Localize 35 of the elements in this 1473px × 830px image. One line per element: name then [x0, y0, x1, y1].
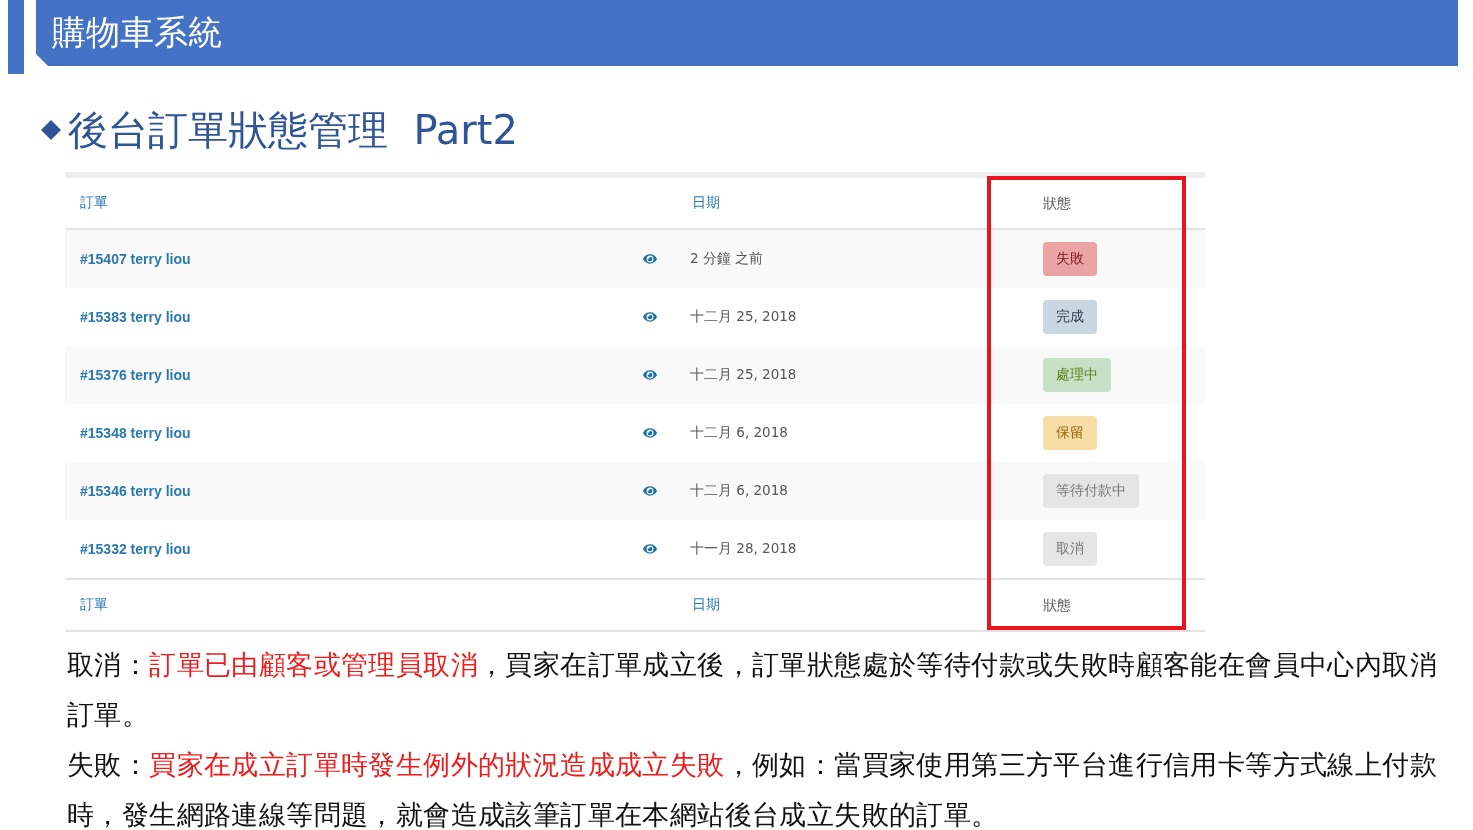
- explanation-paragraph: 取消：訂單已由顧客或管理員取消，買家在訂單成立後，訂單狀態處於等待付款或失敗時顧客能在會員中心內取消訂單。: [67, 648, 1438, 732]
- status-badge: 完成: [1043, 300, 1097, 334]
- date-cell-text: 十二月 6, 2018: [689, 424, 789, 442]
- status-badge: 取消: [1043, 532, 1097, 566]
- preview-eye-icon[interactable]: [643, 252, 657, 266]
- slide-heading: 後台訂單狀態管理 Part2: [68, 105, 518, 155]
- explanation-paragraph: 失敗：買家在成立訂單時發生例外的狀況造成成立失敗，例如：當買家使用第三方平台進行信用卡等方式線上付款時，發生網路連線等問題，就會造成該筆訂單在本網站後台成立失敗的訂單。: [67, 748, 1438, 830]
- order-link[interactable]: #15332 terry liou: [65, 541, 191, 557]
- date-cell-text: 十二月 25, 2018: [689, 366, 798, 384]
- order-link[interactable]: #15348 terry liou: [65, 425, 191, 441]
- order-link[interactable]: #15346 terry liou: [65, 483, 191, 499]
- date-cell-text: 十二月 25, 2018: [689, 308, 798, 326]
- status-badge: 失敗: [1043, 242, 1097, 276]
- date-cell-text: 十二月 6, 2018: [689, 482, 789, 500]
- preview-eye-icon[interactable]: [643, 368, 657, 382]
- status-badge: 保留: [1043, 416, 1097, 450]
- order-link[interactable]: #15376 terry liou: [65, 367, 191, 383]
- order-link[interactable]: #15407 terry liou: [65, 251, 191, 267]
- preview-eye-icon[interactable]: [643, 484, 657, 498]
- order-link[interactable]: #15383 terry liou: [65, 309, 191, 325]
- preview-eye-icon[interactable]: [643, 426, 657, 440]
- status-badge: 處理中: [1043, 358, 1111, 392]
- date-cell-text: 十一月 28, 2018: [689, 540, 798, 558]
- column-footer: 狀態: [1043, 597, 1071, 613]
- slide-title: 購物車系統: [52, 11, 222, 54]
- preview-eye-icon[interactable]: [643, 310, 657, 324]
- column-footer[interactable]: 日期: [685, 596, 983, 614]
- column-footer[interactable]: 訂單: [65, 596, 625, 614]
- preview-eye-icon[interactable]: [643, 542, 657, 556]
- column-header[interactable]: 訂單: [65, 194, 625, 212]
- status-badge: 等待付款中: [1043, 474, 1139, 508]
- column-header: 狀態: [1043, 195, 1071, 211]
- column-header[interactable]: 日期: [685, 194, 983, 212]
- diamond-bullet-icon: [40, 119, 62, 141]
- date-cell-text: 2 分鐘 之前: [689, 250, 765, 268]
